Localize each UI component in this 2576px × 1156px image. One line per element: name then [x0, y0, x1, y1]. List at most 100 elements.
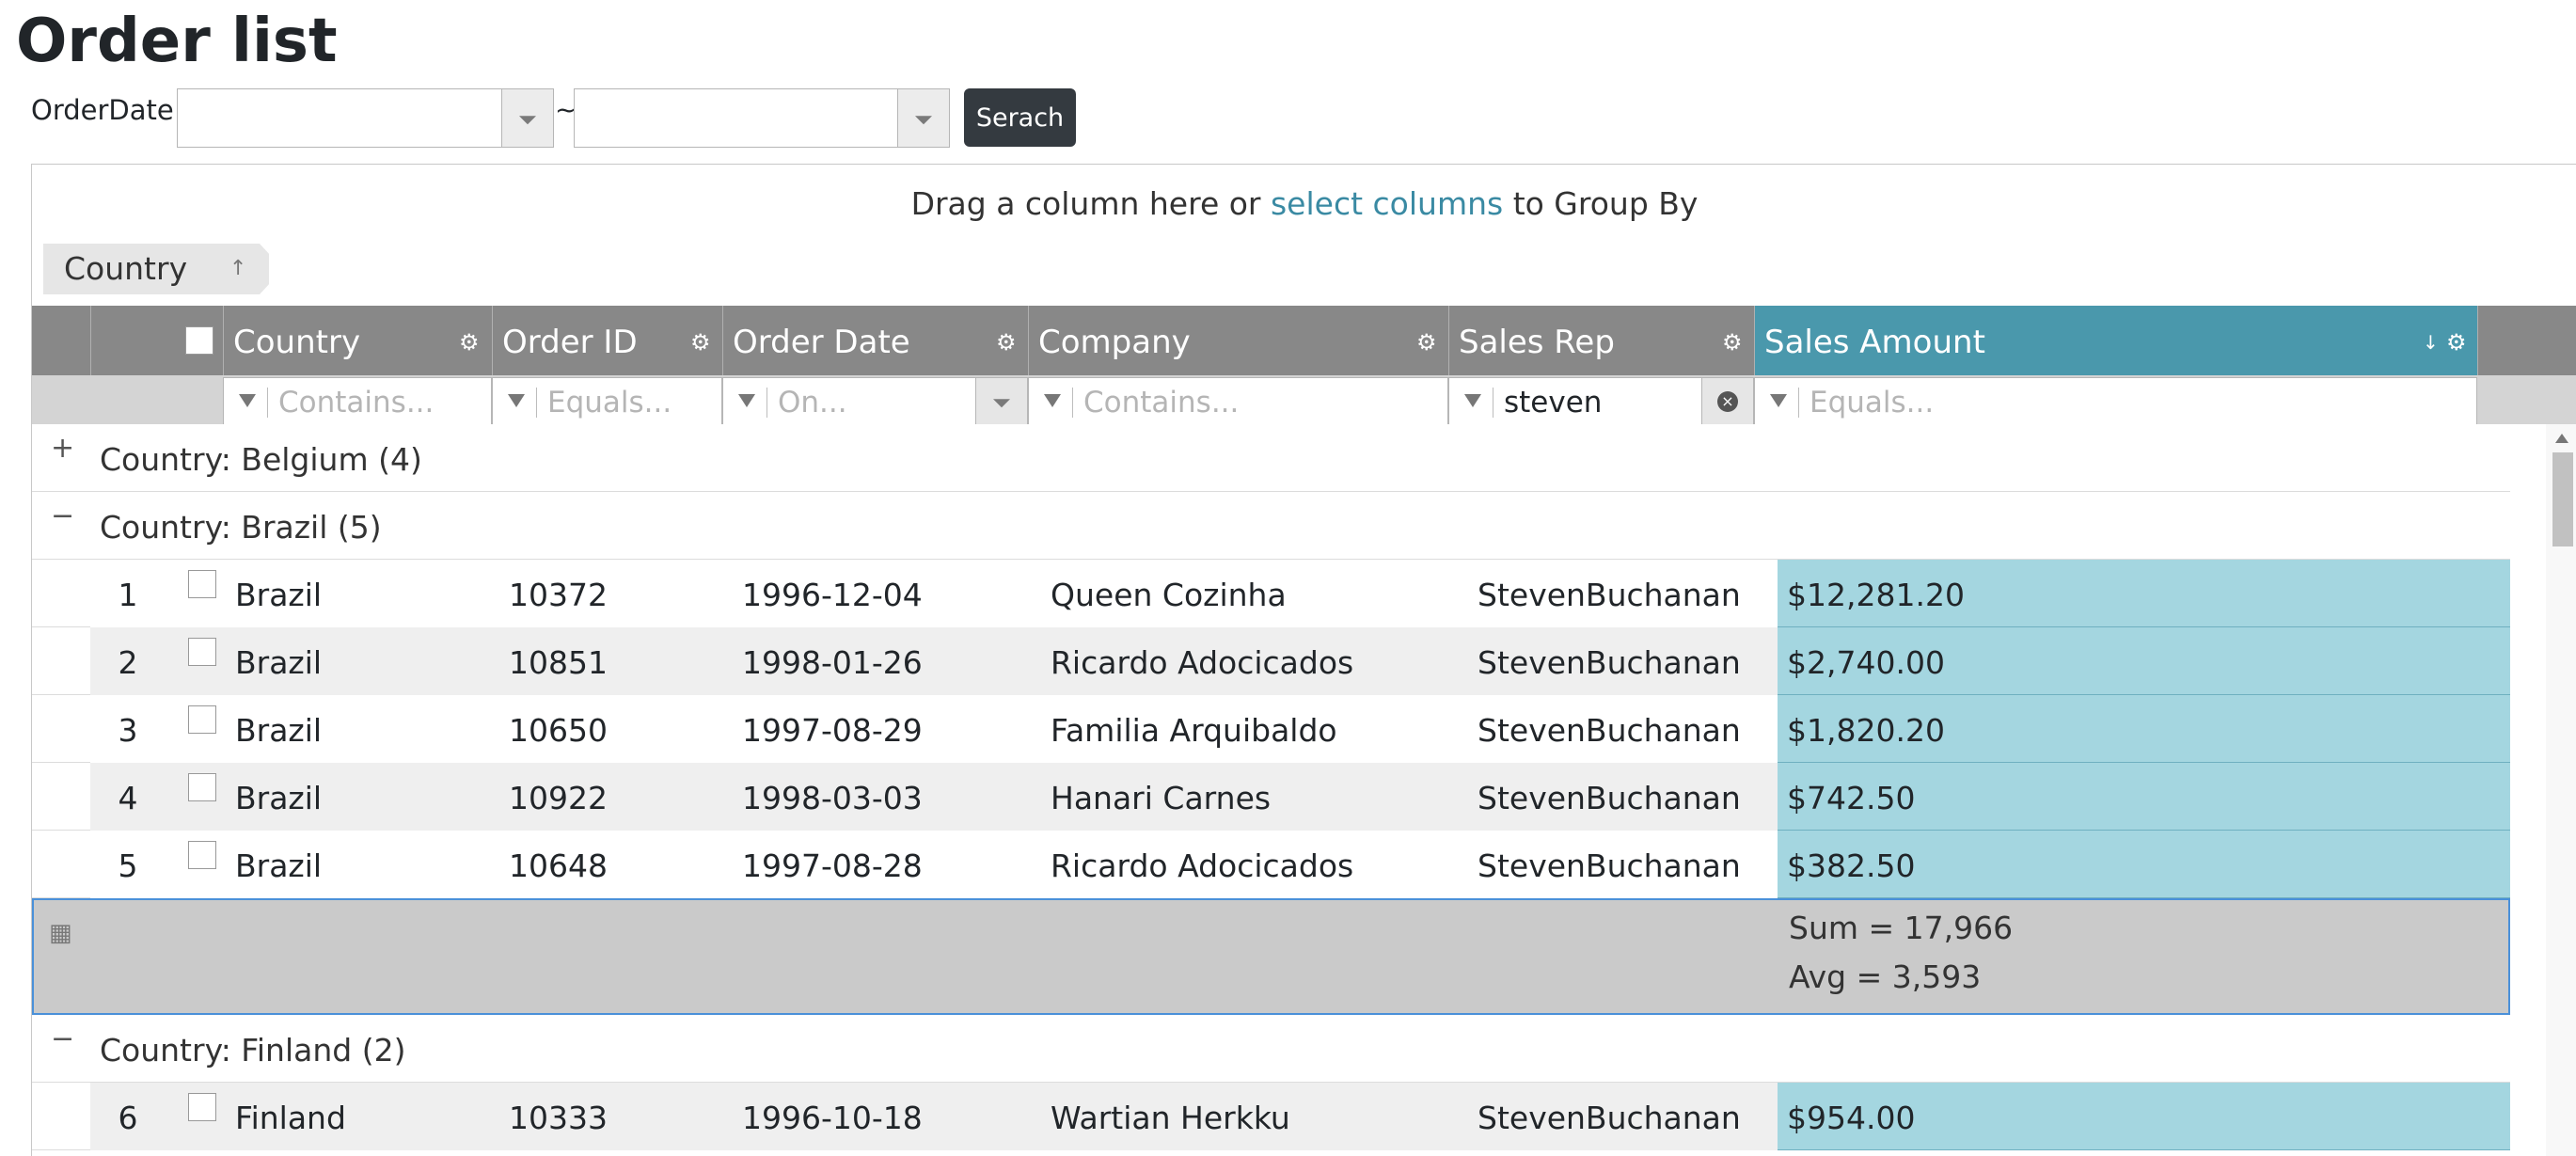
scroll-up-arrow-icon[interactable]: [2555, 434, 2568, 443]
table-row[interactable]: 2 Brazil 10851 1998-01-26 Ricardo Adocic…: [32, 627, 2510, 695]
filter-order-date[interactable]: On...: [722, 377, 1028, 426]
header-country[interactable]: Country ⚙: [223, 306, 492, 375]
filter-company-placeholder: Contains...: [1083, 386, 1240, 420]
row-checkbox[interactable]: [188, 841, 216, 869]
filter-icon[interactable]: [1044, 394, 1061, 407]
cell-order-id: 10922: [509, 780, 608, 816]
row-checkbox[interactable]: [188, 638, 216, 666]
cell-order-date: 1996-10-18: [742, 1100, 923, 1136]
order-date-to-dropdown-button[interactable]: [897, 89, 949, 147]
header-sales-amount[interactable]: Sales Amount ↓ ⚙: [1754, 306, 2477, 375]
order-date-to-picker: [574, 88, 950, 148]
order-date-to-input[interactable]: [575, 89, 898, 147]
filter-sales-rep[interactable]: steven ×: [1448, 377, 1754, 426]
row-number: 2: [118, 644, 138, 681]
cell-order-date: 1998-01-26: [742, 644, 923, 681]
filter-icon[interactable]: [1770, 394, 1787, 407]
table-row[interactable]: 5 Brazil 10648 1997-08-28 Ricardo Adocic…: [32, 831, 2510, 898]
header-sales-rep[interactable]: Sales Rep ⚙: [1448, 306, 1754, 375]
table-row[interactable]: 3 Brazil 10650 1997-08-29 Familia Arquib…: [32, 695, 2510, 763]
order-date-from-dropdown-button[interactable]: [501, 89, 553, 147]
cell-sales-rep: StevenBuchanan: [1478, 1100, 1741, 1136]
filter-separator: [536, 388, 537, 418]
filter-icon[interactable]: [508, 394, 525, 407]
cell-order-id: 10372: [509, 577, 608, 613]
expand-icon[interactable]: +: [51, 432, 74, 465]
cell-country: Brazil: [235, 847, 323, 884]
cell-order-date: 1997-08-29: [742, 712, 923, 749]
row-number: 3: [118, 712, 138, 749]
gear-icon[interactable]: ⚙: [459, 306, 480, 379]
table-row[interactable]: 1 Brazil 10372 1996-12-04 Queen Cozinha …: [32, 560, 2510, 627]
filter-order-date-dropdown-button[interactable]: [975, 378, 1027, 425]
filter-icon[interactable]: [1464, 394, 1481, 407]
filter-sales-amount-placeholder: Equals...: [1810, 386, 1935, 420]
clear-icon: ×: [1717, 391, 1738, 412]
filter-icon[interactable]: [239, 394, 256, 407]
order-grid: Drag a column here or select columns to …: [31, 164, 2576, 1156]
grid-body: + Country: Belgium (4) − Country: Brazil…: [32, 424, 2576, 1156]
filter-order-id[interactable]: Equals...: [492, 377, 722, 426]
page-title: Order list: [16, 7, 338, 76]
summary-avg: Avg = 3,593: [1789, 958, 1982, 995]
row-checkbox[interactable]: [188, 1093, 216, 1121]
filter-sales-amount[interactable]: Equals...: [1754, 377, 2477, 426]
gear-icon[interactable]: ⚙: [996, 306, 1017, 379]
row-number: 1: [118, 577, 138, 613]
cell-country: Finland: [235, 1100, 346, 1136]
group-by-hint: Drag a column here or select columns to …: [32, 185, 2576, 222]
search-button[interactable]: Serach: [964, 88, 1076, 147]
table-row[interactable]: 4 Brazil 10922 1998-03-03 Hanari Carnes …: [32, 763, 2510, 831]
sort-descending-icon[interactable]: ↓: [2423, 306, 2439, 379]
filter-company[interactable]: Contains...: [1028, 377, 1448, 426]
scroll-thumb[interactable]: [2552, 452, 2573, 546]
cell-country: Brazil: [235, 712, 323, 749]
row-checkbox[interactable]: [188, 570, 216, 598]
gear-icon[interactable]: ⚙: [1416, 306, 1437, 379]
cell-order-id: 10851: [509, 644, 608, 681]
header-order-id[interactable]: Order ID ⚙: [492, 306, 722, 375]
sort-ascending-icon[interactable]: ↑: [229, 244, 246, 294]
row-number: 4: [118, 780, 138, 816]
header-order-id-label: Order ID: [502, 324, 638, 361]
filter-sales-rep-clear-button[interactable]: ×: [1701, 378, 1753, 425]
filter-separator: [267, 388, 268, 418]
filter-country[interactable]: Contains...: [223, 377, 492, 426]
cell-sales-rep: StevenBuchanan: [1478, 712, 1741, 749]
group-label: Country: Finland (2): [100, 1032, 406, 1069]
filter-sales-rep-value: steven: [1504, 386, 1603, 420]
cell-order-id: 10333: [509, 1100, 608, 1136]
select-columns-link[interactable]: select columns: [1271, 185, 1503, 222]
header-expand-column: [32, 306, 90, 375]
group-summary-row: ▦ Sum = 17,966 Avg = 3,593: [32, 898, 2510, 1015]
header-company[interactable]: Company ⚙: [1028, 306, 1448, 375]
cell-sales-amount: $2,740.00: [1778, 627, 2510, 695]
gear-icon[interactable]: ⚙: [1722, 306, 1743, 379]
select-all-checkbox[interactable]: [185, 326, 213, 355]
filter-icon[interactable]: [738, 394, 755, 407]
row-checkbox[interactable]: [188, 773, 216, 801]
cell-company: Queen Cozinha: [1051, 577, 1287, 613]
group-label: Country: Brazil (5): [100, 509, 382, 546]
chevron-down-icon: [993, 399, 1010, 408]
cell-country: Brazil: [235, 577, 323, 613]
gear-icon[interactable]: ⚙: [2446, 306, 2467, 379]
collapse-icon[interactable]: −: [51, 499, 74, 532]
vertical-scrollbar[interactable]: [2546, 424, 2576, 1156]
cell-order-id: 10648: [509, 847, 608, 884]
cell-sales-amount: $12,281.20: [1778, 560, 2510, 627]
order-date-from-input[interactable]: [178, 89, 502, 147]
group-chip-country[interactable]: Country ↑: [43, 244, 269, 294]
table-row[interactable]: 6 Finland 10333 1996-10-18 Wartian Herkk…: [32, 1083, 2510, 1150]
row-checkbox[interactable]: [188, 705, 216, 734]
gear-icon[interactable]: ⚙: [690, 306, 711, 379]
cell-sales-rep: StevenBuchanan: [1478, 644, 1741, 681]
chevron-down-icon: [519, 115, 536, 124]
group-by-panel: Drag a column here or select columns to …: [32, 165, 2576, 306]
filter-separator: [766, 388, 767, 418]
cell-sales-rep: StevenBuchanan: [1478, 577, 1741, 613]
header-spacer: [2477, 306, 2576, 375]
header-sales-rep-label: Sales Rep: [1459, 324, 1615, 361]
header-order-date[interactable]: Order Date ⚙: [722, 306, 1028, 375]
collapse-icon[interactable]: −: [51, 1022, 74, 1055]
